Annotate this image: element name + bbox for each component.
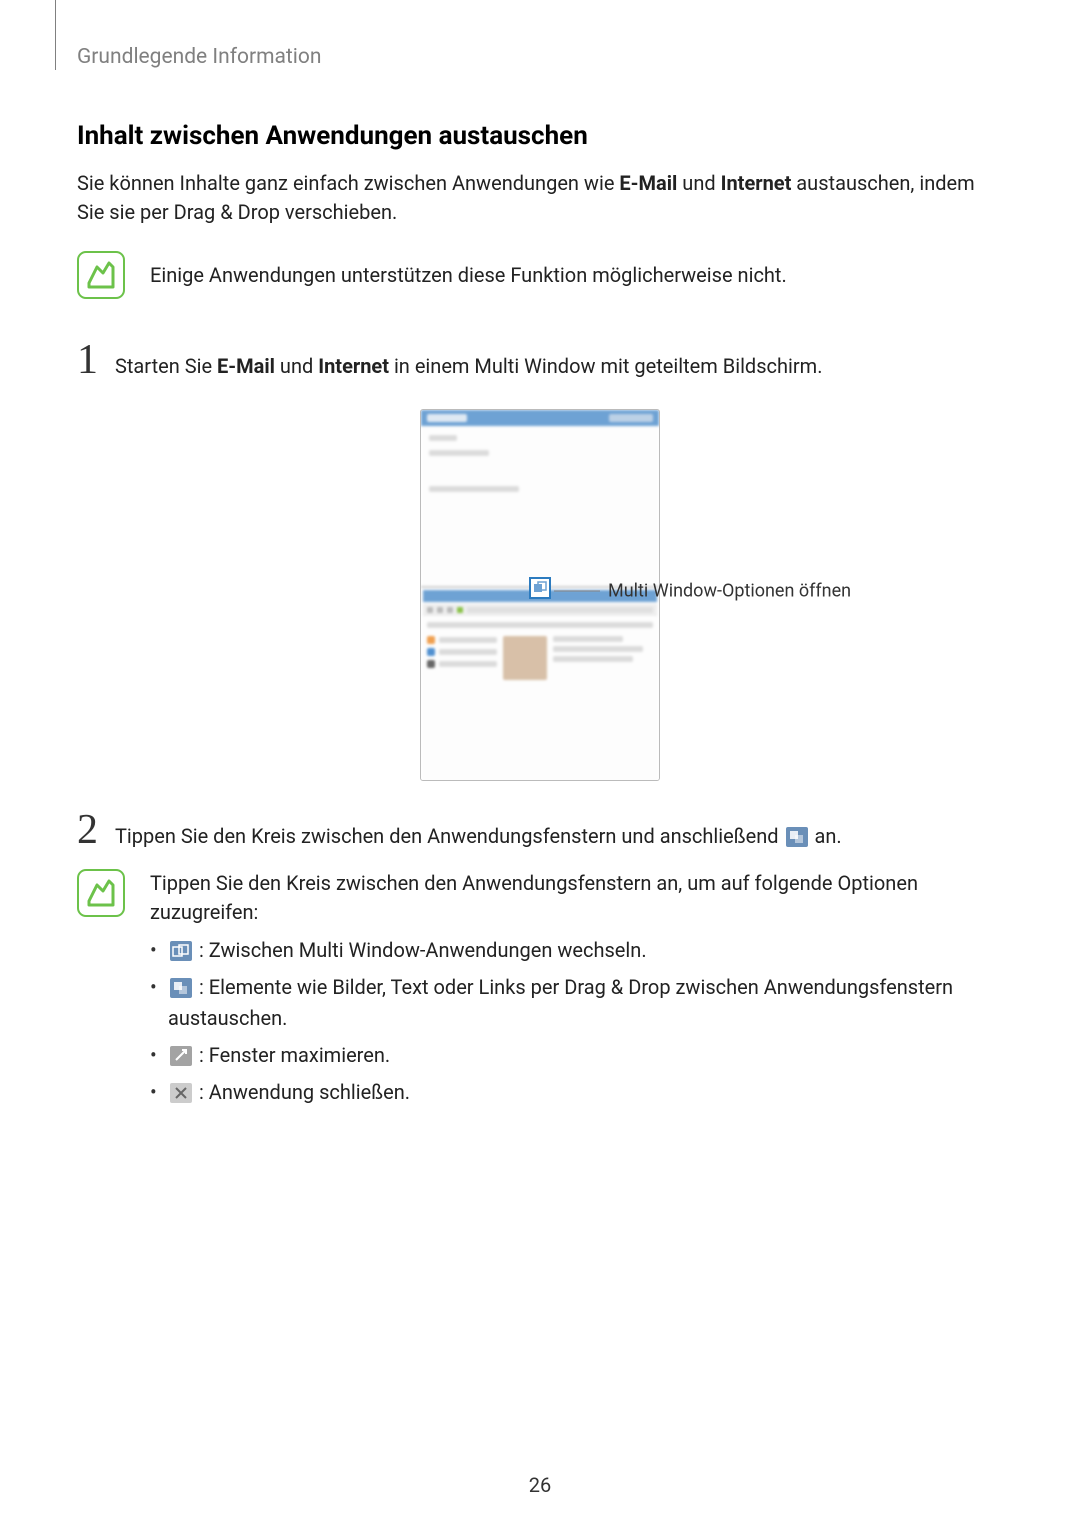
intro-bold-email: E-Mail (619, 171, 677, 195)
step-2-text: Tippen Sie den Kreis zwischen den Anwend… (115, 822, 842, 851)
step-2: 2 Tippen Sie den Kreis zwischen den Anwe… (77, 809, 1020, 851)
intro-paragraph: Sie können Inhalte ganz einfach zwischen… (77, 169, 1000, 227)
drag-share-icon (170, 978, 192, 998)
drag-share-icon (786, 827, 808, 847)
step1-post: in einem Multi Window mit geteiltem Bild… (389, 354, 823, 378)
step1-b2: Internet (318, 354, 389, 378)
option-dragdrop-text: : Elemente wie Bilder, Text oder Links p… (168, 975, 953, 1030)
step2-pre: Tippen Sie den Kreis zwischen den Anwend… (115, 824, 784, 848)
option-close-text: : Anwendung schließen. (194, 1080, 410, 1104)
note-block-1: Einige Anwendungen unterstützen diese Fu… (77, 251, 1020, 299)
page-number: 26 (0, 1473, 1080, 1497)
figure: Multi Window-Optionen öffnen (60, 405, 1020, 785)
note-icon (77, 869, 125, 917)
header-rule (55, 0, 56, 70)
step2-post: an. (810, 824, 842, 848)
section-heading: Inhalt zwischen Anwendungen austauschen (77, 121, 1020, 151)
lower-app-pane (421, 590, 659, 781)
step-1: 1 Starten Sie E-Mail und Internet in ein… (77, 339, 1020, 381)
intro-text-pre: Sie können Inhalte ganz einfach zwischen… (77, 171, 619, 195)
upper-app-pane (421, 410, 659, 588)
callout-label: Multi Window-Optionen öffnen (608, 581, 851, 602)
option-maximize: • : Fenster maximieren. (150, 1040, 980, 1071)
option-switch: • : Zwischen Multi Window-Anwendungen we… (150, 935, 980, 966)
section-breadcrumb: Grundlegende Information (77, 45, 1020, 69)
manual-page: Grundlegende Information Inhalt zwischen… (0, 0, 1080, 1527)
step-num-2: 2 (77, 809, 115, 851)
option-switch-text: : Zwischen Multi Window-Anwendungen wech… (194, 938, 647, 962)
step1-mid: und (275, 354, 318, 378)
step1-pre: Starten Sie (115, 354, 217, 378)
maximize-icon (170, 1046, 192, 1066)
note2-intro: Tippen Sie den Kreis zwischen den Anwend… (150, 869, 1000, 927)
note-block-2: Tippen Sie den Kreis zwischen den Anwend… (77, 869, 1020, 1114)
close-icon (170, 1083, 192, 1103)
note-icon (77, 251, 125, 299)
step-1-text: Starten Sie E-Mail und Internet in einem… (115, 352, 822, 381)
note-text-1: Einige Anwendungen unterstützen diese Fu… (150, 251, 1000, 290)
switch-apps-icon (170, 941, 192, 961)
step1-b1: E-Mail (217, 354, 275, 378)
option-maximize-text: : Fenster maximieren. (194, 1043, 390, 1067)
option-dragdrop: • : Elemente wie Bilder, Text oder Links… (150, 972, 980, 1034)
options-list: • : Zwischen Multi Window-Anwendungen we… (150, 935, 1000, 1108)
step-num-1: 1 (77, 339, 115, 381)
option-close: • : Anwendung schließen. (150, 1077, 980, 1108)
figure-callout: Multi Window-Optionen öffnen (540, 581, 851, 602)
intro-text-mid: und (677, 171, 720, 195)
intro-bold-internet: Internet (721, 171, 792, 195)
